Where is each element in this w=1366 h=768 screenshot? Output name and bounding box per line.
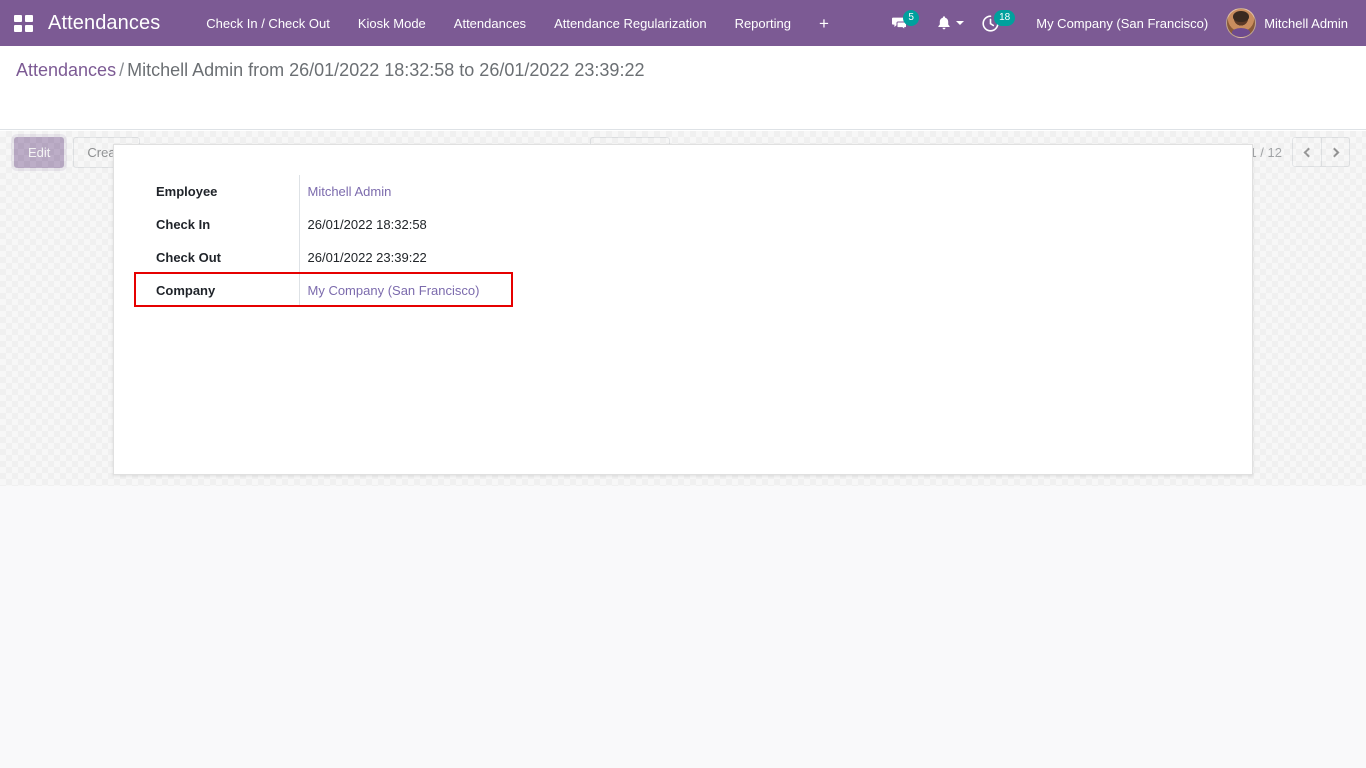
form-row-employee: Employee Mitchell Admin <box>134 175 513 208</box>
company-link[interactable]: My Company (San Francisco) <box>308 283 480 298</box>
nav-item-add[interactable]: + <box>805 0 843 46</box>
user-menu-button[interactable]: Mitchell Admin <box>1220 0 1358 46</box>
field-value-check-out: 26/01/2022 23:39:22 <box>299 241 513 274</box>
form-sheet: Employee Mitchell Admin Check In 26/01/2… <box>113 144 1253 475</box>
navbar-menu: Check In / Check Out Kiosk Mode Attendan… <box>192 0 843 46</box>
form-row-check-in: Check In 26/01/2022 18:32:58 <box>134 208 513 241</box>
breadcrumb-separator: / <box>116 60 127 80</box>
breadcrumb-current: Mitchell Admin from 26/01/2022 18:32:58 … <box>127 60 644 80</box>
control-panel: Attendances/Mitchell Admin from 26/01/20… <box>0 46 1366 130</box>
avatar <box>1226 8 1256 38</box>
activity-clock-button[interactable]: 18 <box>973 0 1024 46</box>
field-value-employee: Mitchell Admin <box>299 175 513 208</box>
messages-count-badge: 5 <box>903 10 919 26</box>
activity-count-badge: 18 <box>994 10 1015 26</box>
field-value-check-in: 26/01/2022 18:32:58 <box>299 208 513 241</box>
field-label-check-in: Check In <box>134 208 299 241</box>
user-menu-label: Mitchell Admin <box>1264 16 1348 31</box>
systray: 5 18 My Company (San Francisco) Mitchell… <box>882 0 1366 46</box>
breadcrumb-root-link[interactable]: Attendances <box>16 60 116 80</box>
top-navbar: Attendances Check In / Check Out Kiosk M… <box>0 0 1366 46</box>
nav-item-attendance-regularization[interactable]: Attendance Regularization <box>540 0 721 46</box>
company-switcher[interactable]: My Company (San Francisco) <box>1024 16 1220 31</box>
messages-menu-button[interactable]: 5 <box>882 0 928 46</box>
bell-icon <box>937 15 951 31</box>
field-label-employee: Employee <box>134 175 299 208</box>
employee-link[interactable]: Mitchell Admin <box>308 184 392 199</box>
form-row-check-out: Check Out 26/01/2022 23:39:22 <box>134 241 513 274</box>
apps-grid-icon <box>14 15 33 32</box>
nav-item-reporting[interactable]: Reporting <box>721 0 805 46</box>
apps-menu-button[interactable] <box>0 0 46 46</box>
field-label-company: Company <box>134 274 299 307</box>
field-label-check-out: Check Out <box>134 241 299 274</box>
form-row-company: Company My Company (San Francisco) <box>134 274 513 307</box>
activities-menu-button[interactable] <box>928 0 973 46</box>
page-background-lower <box>0 486 1366 768</box>
app-brand-title: Attendances <box>46 12 166 35</box>
nav-item-check-in-check-out[interactable]: Check In / Check Out <box>192 0 344 46</box>
nav-item-kiosk-mode[interactable]: Kiosk Mode <box>344 0 440 46</box>
field-value-company: My Company (San Francisco) <box>299 274 513 307</box>
nav-item-attendances[interactable]: Attendances <box>440 0 540 46</box>
caret-down-icon <box>956 21 964 25</box>
breadcrumb: Attendances/Mitchell Admin from 26/01/20… <box>16 58 644 82</box>
form-field-table: Employee Mitchell Admin Check In 26/01/2… <box>134 175 513 307</box>
